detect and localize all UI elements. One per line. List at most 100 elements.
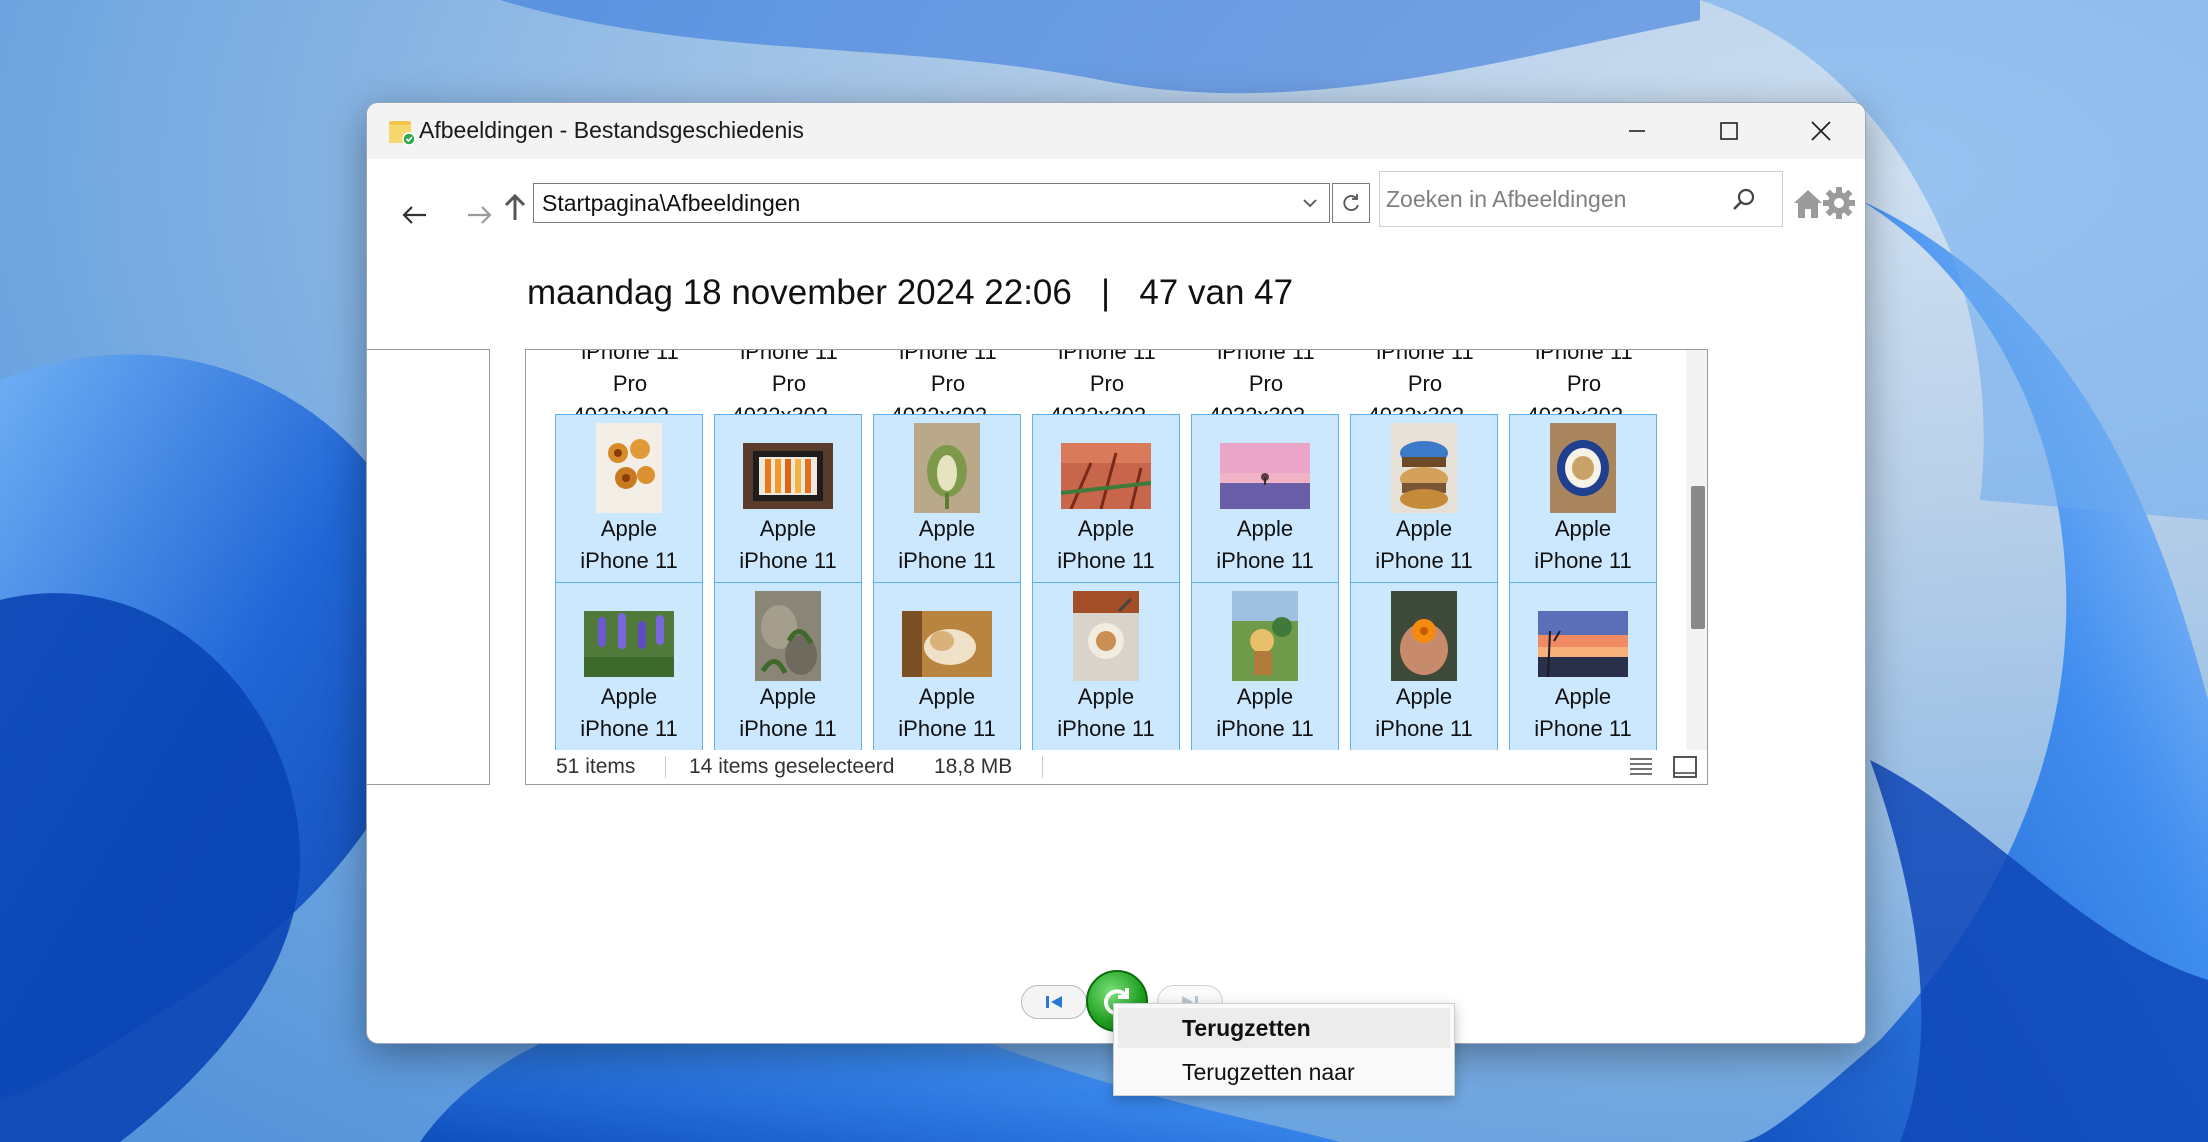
file-label-line: Apple bbox=[918, 516, 976, 541]
close-icon bbox=[1811, 121, 1831, 141]
file-label-line: Apple bbox=[600, 516, 658, 541]
garden-thumbnail bbox=[1232, 591, 1298, 681]
file-label-line: iPhone 11 bbox=[739, 716, 837, 741]
file-tile[interactable]: AppleiPhone 11Pro4032x302... bbox=[1191, 582, 1339, 750]
file-label-line: iPhone 11 bbox=[580, 548, 678, 573]
file-label-line: iPhone 11 bbox=[1375, 548, 1473, 573]
file-label-line: iPhone 11 bbox=[580, 716, 678, 741]
arrow-right-icon bbox=[468, 206, 492, 224]
file-label: AppleiPhone 11Pro4032x302... bbox=[874, 681, 1020, 750]
file-label-line: Pro bbox=[771, 371, 807, 396]
file-tile[interactable]: AppleiPhone 11Pro4032x302... bbox=[1350, 582, 1498, 750]
coffee-cup-thumbnail bbox=[1550, 423, 1616, 513]
file-label-line: iPhone 11 bbox=[1057, 548, 1155, 573]
file-label-line: iPhone 11 bbox=[1057, 716, 1155, 741]
file-tile[interactable]: AppleiPhone 11Pro4032x302... bbox=[873, 582, 1021, 750]
close-button[interactable] bbox=[1775, 103, 1865, 159]
file-label-line: iPhone 11 bbox=[898, 548, 996, 573]
artichoke-thumbnail bbox=[914, 423, 980, 513]
address-text: Startpagina\Afbeeldingen bbox=[542, 190, 801, 216]
file-label: AppleiPhone 11Pro4032x302... bbox=[1510, 681, 1656, 750]
minimize-button[interactable] bbox=[1591, 103, 1683, 159]
file-label-line: Pro bbox=[1407, 371, 1443, 396]
file-label-line: Apple bbox=[600, 684, 658, 709]
backup-date: maandag 18 november 2024 22:06 bbox=[527, 273, 1072, 312]
refresh-button[interactable] bbox=[1332, 183, 1370, 223]
search-icon[interactable] bbox=[1730, 186, 1758, 214]
carrot-tray-thumbnail bbox=[743, 443, 833, 509]
file-label: AppleiPhone 11Pro4032x302... bbox=[1192, 681, 1338, 750]
file-label-line: Pro bbox=[1566, 371, 1602, 396]
file-label-line: iPhone 11 bbox=[1375, 716, 1473, 741]
scrollbar-thumb[interactable] bbox=[1691, 486, 1705, 629]
file-label-line: Apple bbox=[1395, 684, 1453, 709]
minimize-icon bbox=[1629, 130, 1645, 132]
file-tile[interactable]: AppleiPhone 11Pro4032x302... bbox=[1509, 582, 1657, 750]
red-leaves-thumbnail bbox=[1060, 443, 1152, 510]
selected-count: 14 items geselecteerd bbox=[689, 755, 895, 778]
cat-thumbnail bbox=[902, 611, 992, 677]
file-label-line: Apple bbox=[1395, 516, 1453, 541]
file-label-line: iPhone 11 bbox=[899, 350, 997, 364]
file-label-line: iPhone 11 bbox=[1535, 350, 1633, 364]
navigation-pane[interactable] bbox=[367, 349, 490, 785]
address-bar[interactable]: Startpagina\Afbeeldingen bbox=[533, 183, 1330, 223]
file-view[interactable]: iPhone 11Pro4032x302...iPhone 11Pro4032x… bbox=[525, 349, 1708, 785]
maximize-button[interactable] bbox=[1683, 103, 1775, 159]
details-view-icon[interactable] bbox=[1628, 754, 1654, 780]
file-label-line: iPhone 11 bbox=[1216, 716, 1314, 741]
sky-sunset-thumbnail bbox=[1538, 611, 1628, 678]
up-button[interactable] bbox=[493, 185, 537, 229]
search-input[interactable] bbox=[1386, 182, 1726, 216]
vertical-scrollbar[interactable] bbox=[1686, 350, 1707, 750]
file-label-line: Pro bbox=[1248, 371, 1284, 396]
latte-thumbnail bbox=[1073, 591, 1139, 681]
folder-history-icon bbox=[389, 121, 416, 146]
file-label: AppleiPhone 11Pro4032x302... bbox=[1033, 681, 1179, 750]
title-bar: Afbeeldingen - Bestandsgeschiedenis bbox=[367, 103, 1865, 159]
restore-context-menu: Terugzetten Terugzetten naar bbox=[1113, 1003, 1455, 1096]
status-bar: 51 items 14 items geselecteerd 18,8 MB bbox=[526, 750, 1707, 784]
selected-size: 18,8 MB bbox=[934, 755, 1013, 778]
orange-flower-thumbnail bbox=[1391, 591, 1457, 681]
refresh-icon bbox=[1343, 194, 1359, 211]
file-label-line: iPhone 11 bbox=[1376, 350, 1474, 364]
large-icons-view-icon[interactable] bbox=[1672, 754, 1698, 780]
file-tile[interactable]: AppleiPhone 11Pro4032x302... bbox=[714, 582, 862, 750]
search-box[interactable] bbox=[1379, 171, 1783, 227]
file-label-line: Apple bbox=[1236, 516, 1294, 541]
menu-item-restore-to[interactable]: Terugzetten naar bbox=[1118, 1052, 1450, 1092]
arrow-left-icon bbox=[402, 206, 426, 224]
file-label-line: Pro bbox=[1089, 371, 1125, 396]
file-label-line: Pro bbox=[930, 371, 966, 396]
file-tile[interactable]: AppleiPhone 11Pro4032x302... bbox=[555, 582, 703, 750]
file-label-line: iPhone 11 bbox=[740, 350, 838, 364]
file-label-line: Apple bbox=[759, 684, 817, 709]
file-grid: iPhone 11Pro4032x302...iPhone 11Pro4032x… bbox=[526, 350, 1686, 750]
home-icon[interactable] bbox=[1791, 187, 1825, 221]
back-button[interactable] bbox=[393, 193, 437, 237]
file-label-line: iPhone 11 bbox=[1534, 548, 1632, 573]
item-count: 51 items bbox=[556, 755, 636, 778]
file-label-line: Pro bbox=[612, 371, 648, 396]
file-label-line: Apple bbox=[1077, 516, 1135, 541]
file-label: AppleiPhone 11Pro4032x302... bbox=[715, 681, 861, 750]
chevron-down-icon[interactable] bbox=[1299, 192, 1321, 214]
file-history-window: Afbeeldingen - Bestandsgeschiedenis Star… bbox=[366, 102, 1866, 1044]
menu-item-restore[interactable]: Terugzetten bbox=[1118, 1008, 1450, 1048]
pastries-thumbnail bbox=[596, 423, 662, 513]
window-title: Afbeeldingen - Bestandsgeschiedenis bbox=[419, 117, 804, 143]
file-label: AppleiPhone 11Pro4032x302... bbox=[1351, 681, 1497, 750]
arrow-up-icon bbox=[504, 193, 526, 220]
file-label-line: Apple bbox=[1077, 684, 1135, 709]
file-label-line: Apple bbox=[1554, 684, 1612, 709]
skip-back-icon bbox=[1046, 996, 1062, 1008]
file-label-line: iPhone 11 bbox=[1216, 548, 1314, 573]
file-label-line: iPhone 11 bbox=[1534, 716, 1632, 741]
file-label-line: Apple bbox=[1236, 684, 1294, 709]
file-label-line: iPhone 11 bbox=[1217, 350, 1315, 364]
file-tile[interactable]: AppleiPhone 11Pro4032x302... bbox=[1032, 582, 1180, 750]
previous-version-button[interactable] bbox=[1021, 985, 1087, 1019]
gear-icon[interactable] bbox=[1821, 185, 1857, 221]
sunset-field-thumbnail bbox=[1220, 443, 1310, 509]
